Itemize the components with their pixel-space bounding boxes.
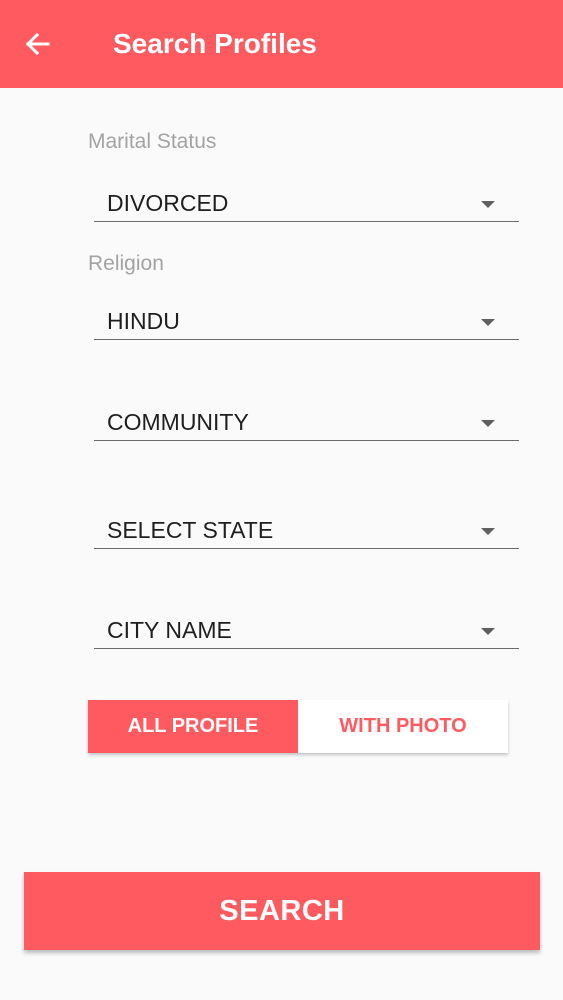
page-title: Search Profiles: [113, 28, 317, 59]
community-dropdown[interactable]: COMMUNITY: [94, 400, 519, 441]
religion-label: Religion: [88, 252, 164, 275]
city-value: CITY NAME: [107, 617, 232, 643]
arrow-left-icon: [25, 32, 50, 56]
profile-filter-toggle: ALL PROFILE WITH PHOTO: [88, 700, 508, 753]
all-profile-button[interactable]: ALL PROFILE: [88, 700, 298, 753]
caret-down-icon: [481, 628, 495, 635]
marital-status-dropdown[interactable]: DIVORCED: [94, 181, 519, 222]
city-dropdown[interactable]: CITY NAME: [94, 608, 519, 649]
state-dropdown[interactable]: SELECT STATE: [94, 508, 519, 549]
religion-dropdown[interactable]: HINDU: [94, 299, 519, 340]
search-button[interactable]: SEARCH: [24, 872, 540, 950]
back-button[interactable]: [18, 24, 58, 64]
community-value: COMMUNITY: [107, 409, 249, 435]
with-photo-button[interactable]: WITH PHOTO: [298, 700, 508, 753]
caret-down-icon: [481, 420, 495, 427]
caret-down-icon: [481, 528, 495, 535]
marital-status-label: Marital Status: [88, 130, 217, 153]
caret-down-icon: [481, 201, 495, 208]
religion-value: HINDU: [107, 308, 180, 334]
state-value: SELECT STATE: [107, 517, 274, 543]
caret-down-icon: [481, 319, 495, 326]
app-bar: Search Profiles: [0, 0, 563, 88]
marital-status-value: DIVORCED: [107, 190, 229, 216]
